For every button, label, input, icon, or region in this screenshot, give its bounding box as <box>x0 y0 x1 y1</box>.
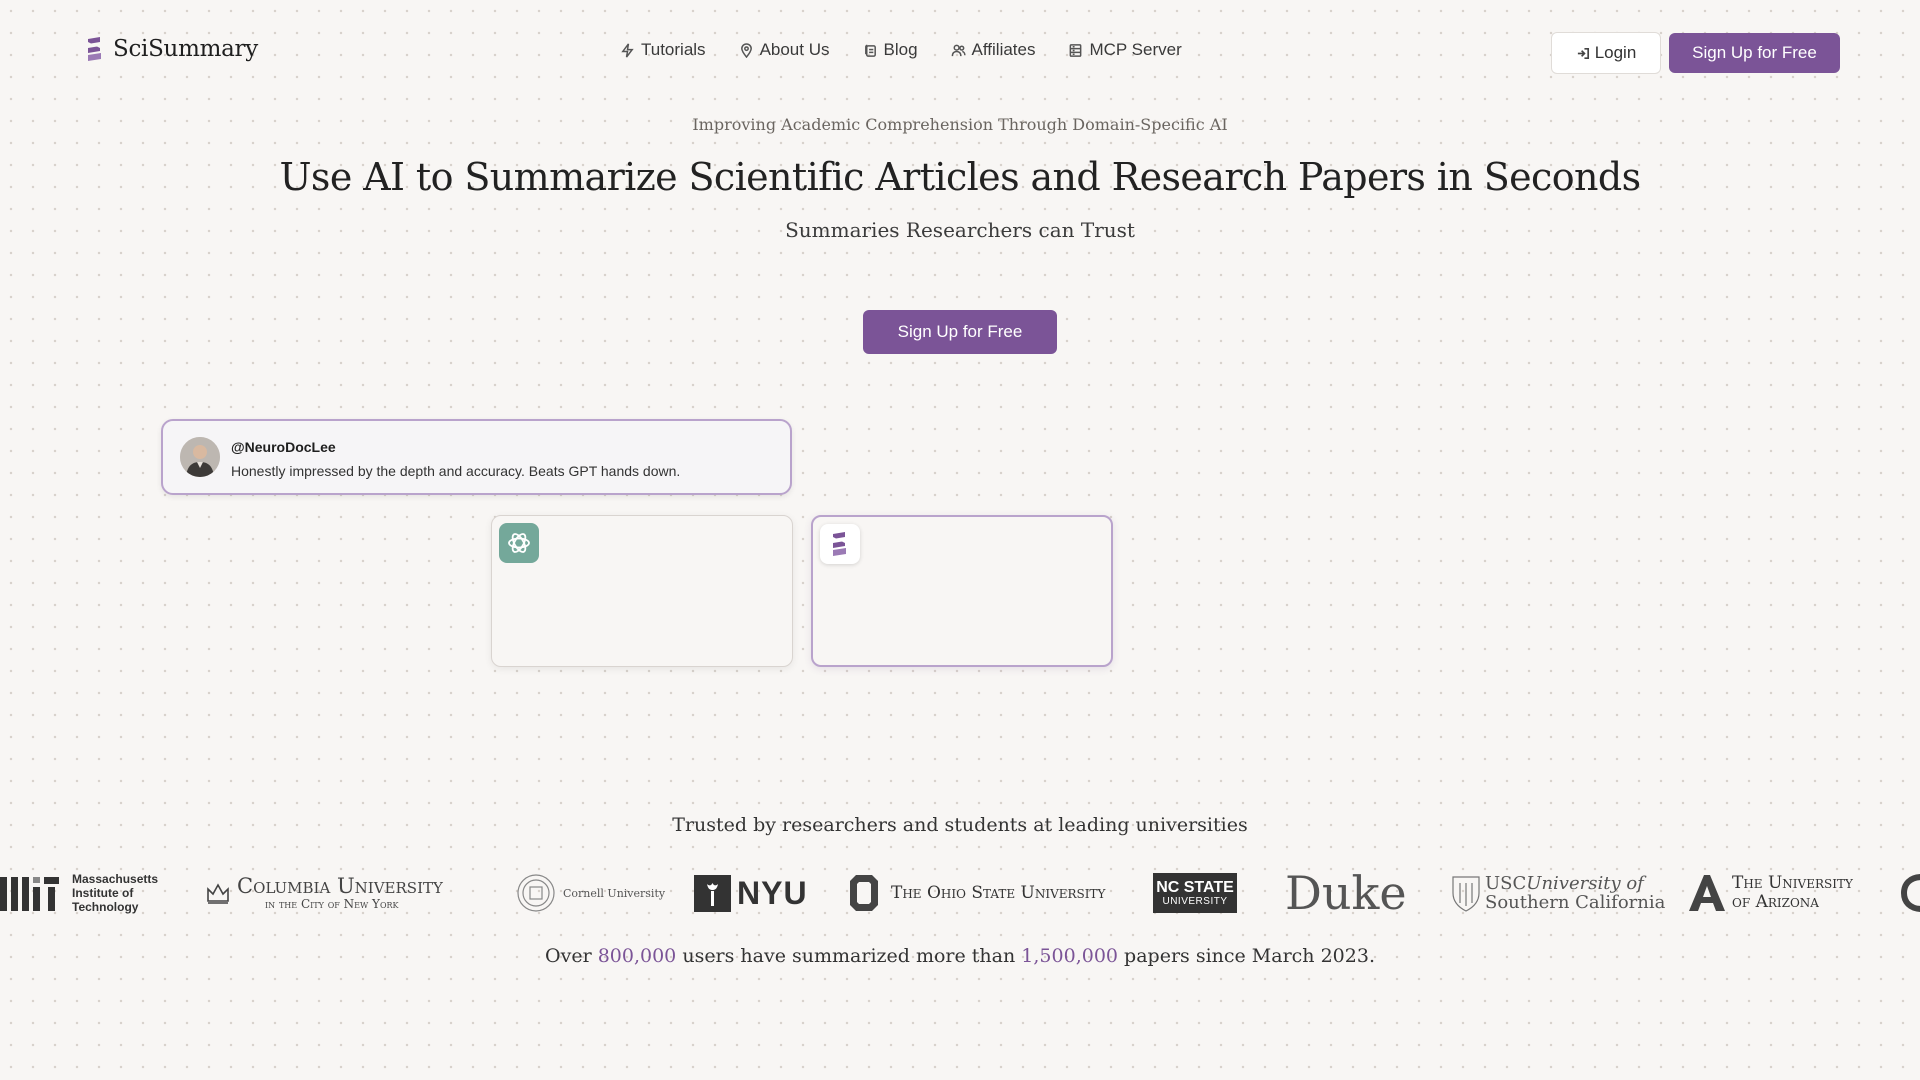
nav-affiliates[interactable]: Affiliates <box>951 40 1036 60</box>
testimonial-handle: @NeuroDocLee <box>231 439 336 455</box>
map-pin-icon <box>740 42 752 58</box>
gpt-summary-card <box>491 515 793 667</box>
cornell-logo: Cornell University <box>516 868 665 918</box>
next-university-logo-partial <box>1900 868 1920 918</box>
usc-logo: USCUniversity of Southern California <box>1450 868 1665 918</box>
columbia-name: Columbia University <box>237 874 443 898</box>
nc-state-name: NC STATE <box>1156 878 1234 896</box>
avatar <box>180 437 220 477</box>
nc-state-sub: UNIVERSITY <box>1162 895 1228 907</box>
partial-logo-icon <box>1900 874 1920 912</box>
testimonial-quote: Honestly impressed by the depth and accu… <box>231 463 681 479</box>
login-button[interactable]: Login <box>1551 32 1661 74</box>
stats-users-count: 800,000 <box>597 945 677 967</box>
nyu-name: NYU <box>737 874 808 911</box>
ohio-block-o-icon <box>850 875 878 911</box>
arizona-name-line2: of Arizona <box>1732 892 1819 912</box>
openai-icon <box>499 523 539 563</box>
usc-name-line2: Southern California <box>1485 892 1666 913</box>
users-icon <box>951 44 966 56</box>
mit-mark-icon <box>0 877 59 911</box>
trusted-heading: Trusted by researchers and students at l… <box>672 814 1248 836</box>
arizona-a-icon <box>1689 875 1725 911</box>
hero-tagline: Improving Academic Comprehension Through… <box>692 115 1228 134</box>
usc-seal-icon <box>1452 876 1480 912</box>
login-label: Login <box>1594 43 1637 62</box>
signup-button-hero[interactable]: Sign Up for Free <box>863 310 1057 354</box>
nyu-torch-icon <box>694 874 731 912</box>
mit-name-line1: Massachusetts <box>72 872 159 886</box>
nav-affiliates-label: Affiliates <box>971 40 1036 59</box>
usc-abbr: USC <box>1485 873 1527 894</box>
nav-tutorials-label: Tutorials <box>641 40 706 59</box>
duke-logo: Duke <box>1285 868 1407 918</box>
ohio-state-name: The Ohio State University <box>891 883 1106 903</box>
scisummary-summary-card <box>811 515 1113 667</box>
duke-name: Duke <box>1285 868 1407 918</box>
nav-about-us[interactable]: About Us <box>739 40 830 60</box>
hero-headline: Use AI to Summarize Scientific Articles … <box>279 155 1642 199</box>
mit-name-line2: Institute of <box>72 886 134 900</box>
stats-papers-count: 1,500,000 <box>1021 945 1118 967</box>
nav-tutorials[interactable]: Tutorials <box>620 40 706 60</box>
usage-stats: Over 800,000 users have summarized more … <box>0 945 1920 967</box>
signup-button-header[interactable]: Sign Up for Free <box>1669 33 1840 73</box>
mit-name-line3: Technology <box>72 900 139 914</box>
bolt-icon <box>621 42 634 58</box>
scisummary-icon <box>820 524 860 564</box>
university-logos: Massachusetts Institute of Technology Co… <box>0 868 1920 918</box>
nav-mcp-server-label: MCP Server <box>1089 40 1182 59</box>
nc-state-logo: NC STATE UNIVERSITY <box>1153 868 1237 918</box>
main-nav: Tutorials About Us Blog Affiliates MCP S… <box>620 40 1182 60</box>
nav-mcp-server[interactable]: MCP Server <box>1068 40 1182 60</box>
notes-icon <box>864 44 876 57</box>
usc-name-line1: University of <box>1526 873 1644 894</box>
hero-subhead: Summaries Researchers can Trust <box>785 218 1135 242</box>
ohio-state-logo: The Ohio State University <box>849 868 1105 918</box>
columbia-logo: Columbia University in the City of New Y… <box>205 868 443 918</box>
testimonial-card: @NeuroDocLee Honestly impressed by the d… <box>161 419 792 495</box>
arizona-logo: The University of Arizona <box>1687 868 1853 918</box>
cornell-seal-icon <box>517 874 555 912</box>
brand-name: SciSummary <box>113 36 258 62</box>
crown-icon <box>207 883 229 904</box>
scisummary-logo-icon <box>88 37 101 61</box>
nav-blog[interactable]: Blog <box>863 40 918 60</box>
cornell-name: Cornell University <box>563 886 666 900</box>
nav-about-us-label: About Us <box>759 40 830 59</box>
mit-logo: Massachusetts Institute of Technology <box>0 868 158 918</box>
login-icon <box>1577 47 1589 59</box>
arizona-name-line1: The University <box>1732 873 1853 893</box>
stats-middle: users have summarized more than <box>682 945 1016 967</box>
logo[interactable]: SciSummary <box>85 36 258 62</box>
nav-blog-label: Blog <box>883 40 918 59</box>
nyu-logo: NYU <box>694 868 808 918</box>
stats-prefix: Over <box>545 945 592 967</box>
stats-suffix: papers since March 2023. <box>1124 945 1375 967</box>
columbia-sub: in the City of New York <box>265 897 399 911</box>
server-icon <box>1070 43 1082 57</box>
